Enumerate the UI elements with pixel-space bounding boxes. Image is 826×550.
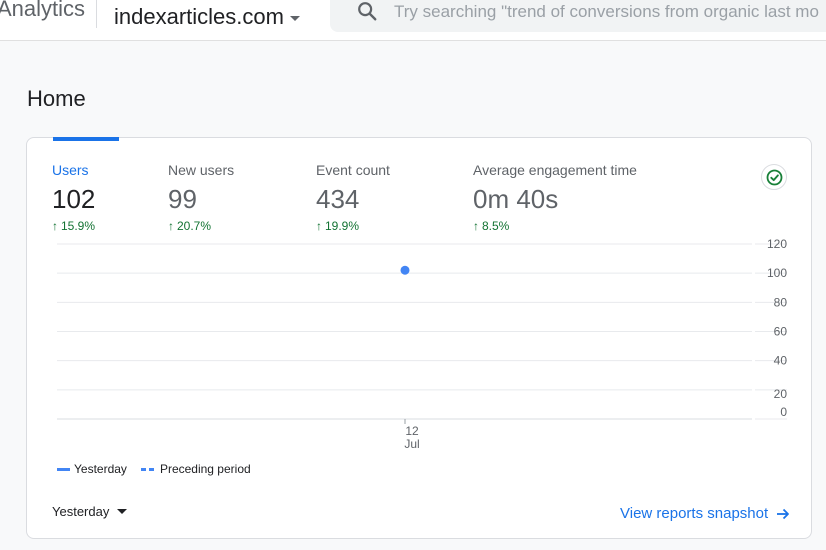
legend-label-previous: Preceding period [159,462,251,476]
search-input[interactable] [394,0,826,24]
y-tick-label: 60 [774,325,788,339]
metric-change: ↑ 8.5% [473,219,637,233]
arrow-up-icon: ↑ [316,219,322,233]
header-divider [96,0,97,28]
metric-value: 99 [168,184,197,214]
overview-card: Users 102 ↑ 15.9% New users 99 ↑ 20.7% E… [26,137,812,539]
date-range-label: Yesterday [52,504,110,519]
data-quality-status[interactable] [761,164,787,190]
x-tick-label-day: 12 [405,424,419,438]
metric-event-count[interactable]: Event count 434 ↑ 19.9% [316,162,390,233]
legend-label-current: Yesterday [74,462,127,476]
y-tick-label: 20 [774,387,788,401]
date-range-dropdown[interactable]: Yesterday [52,504,128,519]
arrow-up-icon: ↑ [168,219,174,233]
check-circle-icon [766,169,783,186]
x-tick-label-month: Jul [404,437,419,451]
caret-down-icon [117,509,128,514]
metric-avg-engagement-time[interactable]: Average engagement time 0m 40s ↑ 8.5% [473,162,637,233]
metric-label: Average engagement time [473,162,637,178]
metric-change: ↑ 19.9% [316,219,390,233]
chevron-down-icon [289,15,300,21]
metric-change: ↑ 15.9% [52,219,95,233]
metric-value: 0m 40s [473,184,559,214]
y-tick-label: 100 [767,266,787,280]
y-tick-label: 80 [774,295,788,309]
search-icon [358,2,377,21]
y-tick-label: 40 [774,354,788,368]
view-reports-snapshot-link[interactable]: View reports snapshot [620,505,790,522]
metric-change-value: 15.9% [61,219,96,233]
metric-change-value: 8.5% [482,219,510,233]
metric-new-users[interactable]: New users 99 ↑ 20.7% [168,162,234,233]
metric-change-value: 19.9% [325,219,360,233]
metric-value: 434 [316,184,360,214]
active-tab-indicator [53,137,119,141]
metric-label: New users [168,162,235,178]
page-title: Home [27,86,86,111]
metric-users[interactable]: Users 102 ↑ 15.9% [52,162,95,233]
chart-legend: Yesterday Preceding period [57,462,251,476]
top-bar: Analytics indexarticles.com [0,0,826,41]
arrow-up-icon: ↑ [52,219,58,233]
data-point [400,265,410,275]
metric-value: 102 [52,184,96,214]
metric-label: Event count [316,162,390,178]
arrow-right-icon [777,508,790,519]
metric-change-value: 20.7% [177,219,212,233]
users-line-chart: 120 100 80 60 40 20 0 12Jul [57,238,788,451]
search-bar[interactable] [330,0,826,32]
property-selector[interactable]: indexarticles.com [114,4,300,30]
users-chart: 120 100 80 60 40 20 0 12 Jul [27,238,813,458]
snapshot-link-label: View reports snapshot [620,505,769,522]
y-tick-label: 120 [767,238,787,251]
y-tick-label: 0 [780,405,787,419]
metric-label: Users [52,162,89,178]
metric-change: ↑ 20.7% [168,219,234,233]
legend-swatch-dashed [140,467,154,471]
app-name: Analytics [0,0,86,21]
legend-swatch-solid [57,467,70,471]
arrow-up-icon: ↑ [473,219,479,233]
property-name: indexarticles.com [114,4,284,29]
